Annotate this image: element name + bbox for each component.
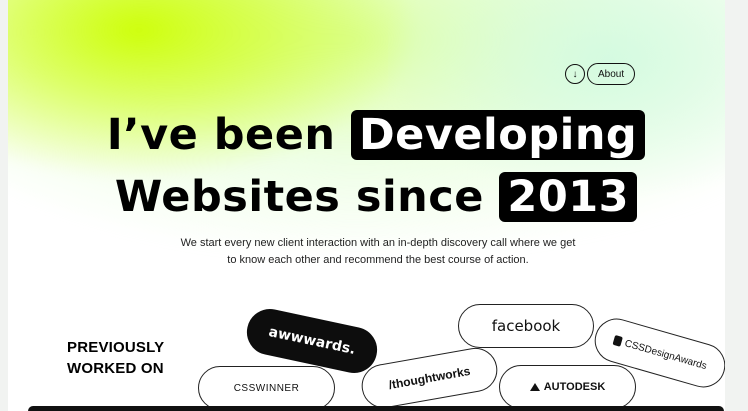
csswinner-label: CSSWINNER — [233, 382, 300, 394]
logo-thoughtworks[interactable]: /thoughtworks — [358, 344, 501, 411]
headline-highlight-year: 2013 — [499, 172, 638, 222]
logo-csswinner[interactable]: CSSWINNER — [198, 366, 335, 410]
autodesk-label: AUTODESK — [543, 381, 606, 393]
awwwards-label: awwwards. — [267, 323, 357, 359]
scroll-down-button[interactable]: ↓ — [565, 64, 585, 84]
facebook-label: facebook — [491, 317, 561, 335]
page-card: ↓ About I’ve been Developing Websites si… — [8, 0, 725, 411]
heading-line-2: WORKED ON — [67, 360, 164, 377]
headline-text-2: Websites since — [114, 172, 500, 222]
description-line-2: to know each other and recommend the bes… — [227, 254, 529, 266]
logo-autodesk[interactable]: AUTODESK — [499, 365, 636, 409]
headline-highlight-developing: Developing — [350, 110, 646, 160]
logo-facebook[interactable]: facebook — [458, 304, 594, 348]
heading-line-1: PREVIOUSLY — [67, 339, 165, 356]
cssdesignawards-icon — [612, 334, 623, 347]
cssdesignawards-label: CSSDesignAwards — [623, 337, 709, 372]
hero-description: We start every new client interaction wi… — [138, 235, 618, 269]
autodesk-icon — [529, 383, 540, 391]
description-line-1: We start every new client interaction wi… — [180, 237, 576, 249]
about-button[interactable]: About — [587, 63, 636, 85]
thoughtworks-label: /thoughtworks — [387, 363, 472, 393]
bottom-dark-bar — [28, 406, 724, 411]
about-label: About — [598, 68, 625, 80]
top-nav: ↓ About — [565, 63, 636, 85]
headline-line-2: Websites since 2013 — [8, 166, 725, 228]
hero-headline: I’ve been Developing Websites since 2013 — [8, 104, 725, 228]
headline-line-1: I’ve been Developing — [8, 104, 725, 166]
previously-worked-on-heading: PREVIOUSLY WORKED ON — [67, 337, 164, 379]
arrow-down-icon: ↓ — [572, 68, 578, 80]
headline-text-1: I’ve been — [106, 110, 351, 160]
